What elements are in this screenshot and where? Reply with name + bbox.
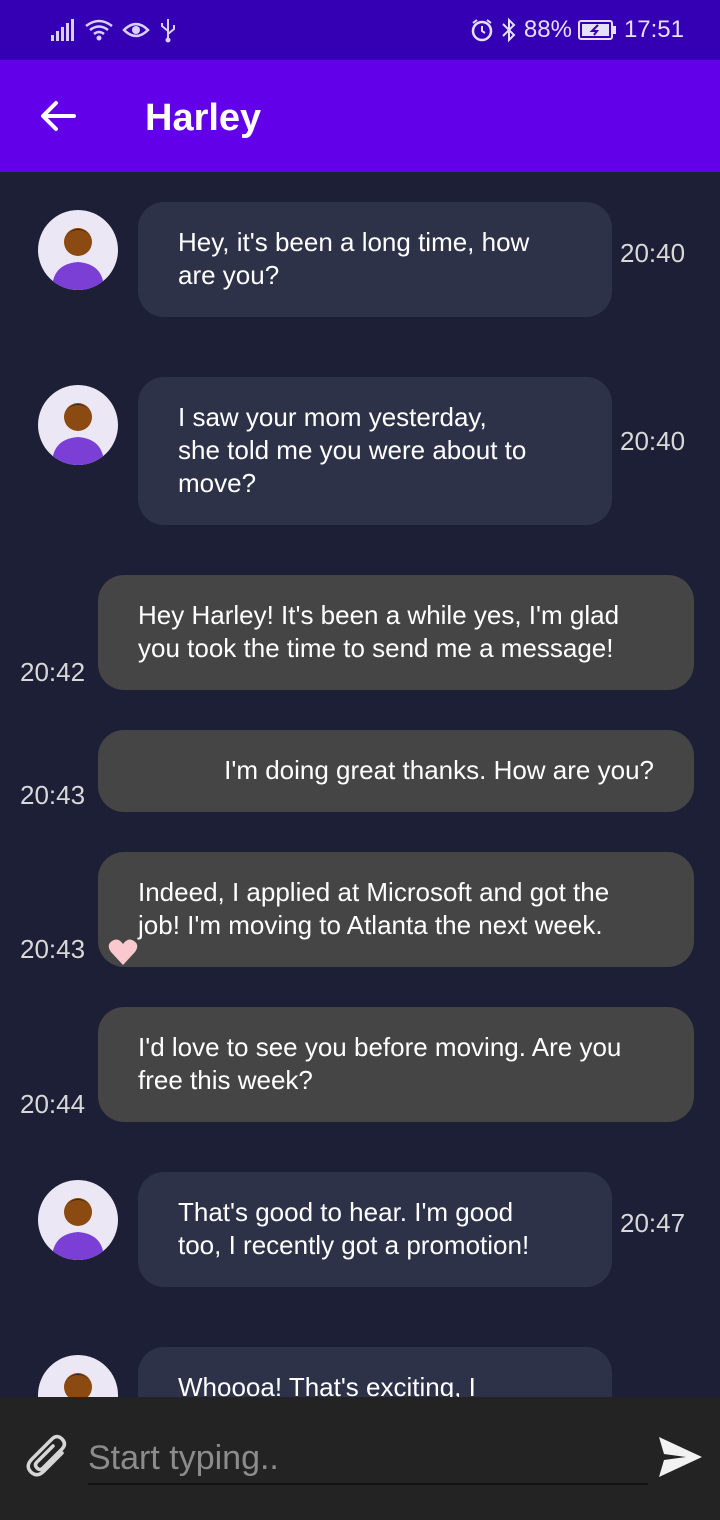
message-bubble-incoming[interactable]: Hey, it's been a long time, how are you? [138, 202, 612, 317]
app-bar: Harley [0, 60, 720, 172]
message-bubble-outgoing[interactable]: I'm doing great thanks. How are you? [98, 730, 694, 812]
battery-percent: 88% [523, 16, 572, 43]
composer-bar [0, 1397, 720, 1520]
message-bubble-incoming[interactable]: I saw your mom yesterday, she told me yo… [138, 377, 612, 525]
message-text: she told me you were about to [178, 435, 527, 465]
message-input[interactable] [88, 1433, 648, 1485]
message-time: 20:43 [20, 934, 86, 964]
avatar[interactable] [38, 1180, 118, 1260]
message-bubble-incoming[interactable]: Whoooa! That's exciting, I [138, 1347, 612, 1397]
message-text: Hey, it's been a long time, how [178, 227, 530, 257]
message-text: free this week? [138, 1065, 313, 1095]
message-text: I'd love to see you before moving. Are y… [138, 1032, 622, 1062]
status-time: 17:51 [623, 16, 684, 43]
bluetooth-icon [502, 17, 516, 43]
signal-icon [51, 19, 74, 41]
avatar[interactable] [38, 1355, 118, 1397]
message-time: 20:43 [20, 780, 86, 810]
send-icon[interactable] [656, 1435, 704, 1479]
message-time: 20:40 [620, 426, 686, 456]
status-icons-left [50, 14, 178, 46]
message-bubble-incoming[interactable]: That's good to hear. I'm good too, I rec… [138, 1172, 612, 1287]
message-time: 20:47 [620, 1208, 686, 1238]
avatar[interactable] [38, 210, 118, 290]
message-bubble-outgoing[interactable]: Indeed, I applied at Microsoft and got t… [98, 852, 694, 967]
battery-icon [577, 20, 616, 40]
message-bubble-outgoing[interactable]: Hey Harley! It's been a while yes, I'm g… [98, 575, 694, 690]
message-text: too, I recently got a promotion! [178, 1230, 530, 1260]
usb-icon [161, 19, 175, 43]
message-time: 20:44 [20, 1089, 86, 1119]
message-text: Hey Harley! It's been a while yes, I'm g… [138, 600, 620, 630]
message-text: you took the time to send me a message! [138, 633, 614, 663]
message-text: That's good to hear. I'm good [178, 1197, 514, 1227]
attach-icon[interactable] [22, 1431, 74, 1483]
eye-icon [122, 22, 150, 38]
message-text: are you? [178, 260, 280, 290]
conversation-title: Harley [145, 97, 262, 139]
message-bubble-outgoing[interactable]: I'd love to see you before moving. Are y… [98, 1007, 694, 1122]
wifi-icon [85, 19, 113, 41]
arrow-back-icon [41, 101, 76, 131]
message-text: job! I'm moving to Atlanta the next week… [138, 910, 603, 940]
back-button[interactable] [28, 86, 88, 146]
message-list[interactable]: Hey, it's been a long time, how are you?… [0, 172, 720, 1397]
message-text: I saw your mom yesterday, [178, 402, 487, 432]
message-time: 20:42 [20, 657, 86, 687]
alarm-icon [471, 19, 493, 42]
heart-reaction-icon[interactable] [108, 938, 138, 966]
message-text: Whoooa! That's exciting, I [178, 1372, 476, 1397]
message-text: Indeed, I applied at Microsoft and got t… [138, 877, 610, 907]
message-text: I'm doing great thanks. How are you? [224, 755, 654, 785]
status-icons-right: 88% 17:51 [470, 14, 684, 46]
status-bar: 88% 17:51 [0, 0, 720, 60]
avatar[interactable] [38, 385, 118, 465]
message-text: move? [178, 468, 257, 498]
message-time: 20:40 [620, 238, 686, 268]
